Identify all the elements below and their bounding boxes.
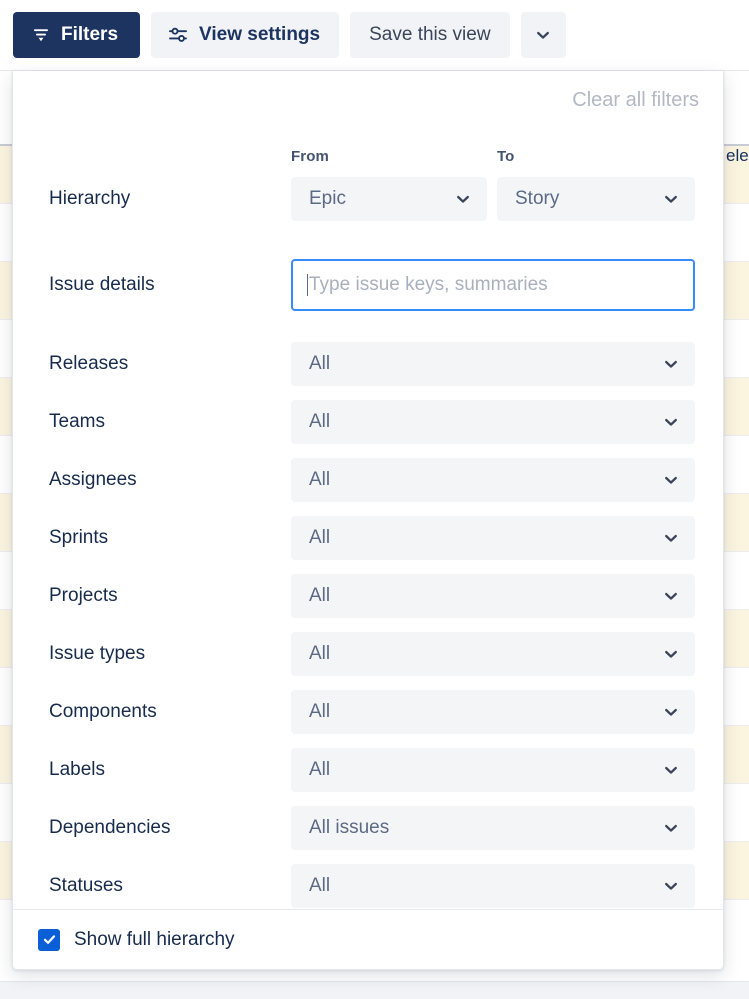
chevron-down-icon [663, 530, 679, 546]
filter-row-dependencies: Dependencies All issues [13, 799, 723, 857]
filter-select-value: All issues [309, 817, 390, 838]
filter-row-labels: Labels All [13, 741, 723, 799]
filter-select-value: All [309, 527, 331, 548]
check-icon [42, 932, 57, 947]
issue-details-placeholder: Type issue keys, summaries [309, 274, 548, 295]
filter-row-hierarchy: Hierarchy Epic Story [13, 170, 723, 228]
filter-select-labels[interactable]: All [291, 748, 695, 792]
background-footer-band [0, 982, 749, 999]
filter-label: Teams [49, 411, 105, 432]
filter-select-releases[interactable]: All [291, 342, 695, 386]
from-column-header: From [291, 148, 329, 165]
clear-all-filters-button[interactable]: Clear all filters [572, 89, 699, 112]
filter-row-components: Components All [13, 683, 723, 741]
save-this-view-label: Save this view [369, 24, 491, 45]
filter-label: Sprints [49, 527, 109, 548]
chevron-down-icon [455, 191, 471, 207]
filter-select-value: All [309, 585, 331, 606]
hierarchy-to-select[interactable]: Story [497, 177, 695, 221]
chevron-down-icon [663, 820, 679, 836]
filter-select-value: All [309, 643, 331, 664]
filter-select-projects[interactable]: All [291, 574, 695, 618]
chevron-down-icon [663, 646, 679, 662]
chevron-down-icon [663, 414, 679, 430]
filter-select-statuses[interactable]: All [291, 864, 695, 908]
filter-row-assignees: Assignees All [13, 451, 723, 509]
filter-label: Labels [49, 759, 105, 780]
chevron-down-icon [663, 191, 679, 207]
filter-select-teams[interactable]: All [291, 400, 695, 444]
filter-icon [31, 25, 51, 45]
hierarchy-label: Hierarchy [49, 188, 131, 209]
view-settings-button[interactable]: View settings [151, 12, 340, 58]
filter-select-issue-types[interactable]: All [291, 632, 695, 676]
filters-panel-body: Clear all filters From To Hierarchy Epic… [13, 71, 723, 910]
background-clipped-header-text: ele [726, 146, 749, 165]
toolbar: Filters View settings Save this view [0, 0, 749, 71]
filter-row-releases: Releases All [13, 335, 723, 393]
filter-row-issue-details: Issue details Type issue keys, summaries [13, 256, 723, 314]
hierarchy-to-value: Story [515, 188, 560, 209]
show-full-hierarchy-label: Show full hierarchy [74, 928, 235, 950]
filter-select-value: All [309, 353, 331, 374]
filter-label: Components [49, 701, 157, 722]
filter-select-value: All [309, 759, 331, 780]
issue-details-label: Issue details [49, 274, 155, 295]
issue-details-input[interactable]: Type issue keys, summaries [291, 259, 695, 311]
chevron-down-icon [663, 588, 679, 604]
chevron-down-icon [535, 27, 551, 43]
filter-row-teams: Teams All [13, 393, 723, 451]
filter-label: Issue types [49, 643, 146, 664]
hierarchy-from-select[interactable]: Epic [291, 177, 487, 221]
hierarchy-from-value: Epic [309, 188, 346, 209]
filter-select-value: All [309, 411, 331, 432]
filter-label: Projects [49, 585, 118, 606]
filters-button-label: Filters [61, 24, 119, 45]
filter-row-statuses: Statuses All [13, 857, 723, 915]
filter-select-value: All [309, 875, 331, 896]
chevron-down-icon [663, 356, 679, 372]
filter-select-components[interactable]: All [291, 690, 695, 734]
filter-select-assignees[interactable]: All [291, 458, 695, 502]
filter-row-issue-types: Issue types All [13, 625, 723, 683]
chevron-down-icon [663, 878, 679, 894]
filter-label: Dependencies [49, 817, 171, 838]
chevron-down-icon [663, 762, 679, 778]
filter-label: Assignees [49, 469, 137, 490]
filter-row-projects: Projects All [13, 567, 723, 625]
filters-panel-footer: Show full hierarchy [13, 909, 723, 969]
filter-select-value: All [309, 701, 331, 722]
filters-panel: Clear all filters From To Hierarchy Epic… [12, 71, 724, 970]
text-cursor [307, 274, 308, 296]
filter-select-sprints[interactable]: All [291, 516, 695, 560]
show-full-hierarchy-checkbox[interactable] [38, 928, 60, 951]
filter-select-value: All [309, 469, 331, 490]
chevron-down-icon [663, 704, 679, 720]
filter-select-dependencies[interactable]: All issues [291, 806, 695, 850]
save-this-view-button[interactable]: Save this view [350, 12, 510, 58]
filter-label: Statuses [49, 875, 123, 896]
save-view-dropdown-button[interactable] [520, 12, 566, 58]
filters-button[interactable]: Filters [13, 12, 141, 58]
sliders-icon [167, 24, 189, 46]
filter-row-sprints: Sprints All [13, 509, 723, 567]
filter-label: Releases [49, 353, 129, 374]
view-settings-button-label: View settings [199, 24, 321, 45]
to-column-header: To [497, 148, 515, 165]
chevron-down-icon [663, 472, 679, 488]
